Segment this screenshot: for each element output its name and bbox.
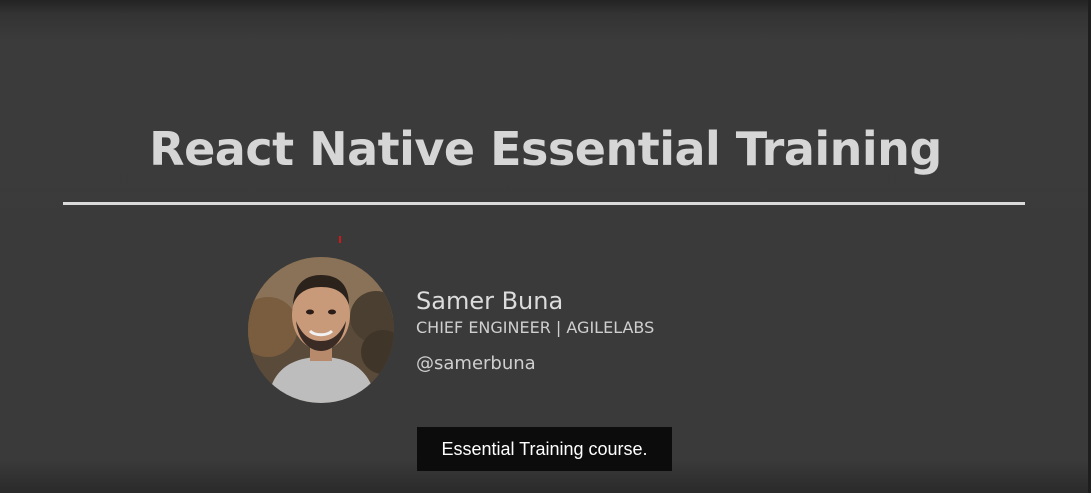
video-frame[interactable]: React Native Essential Training Samer Bu…	[0, 0, 1091, 493]
presenter-photo	[248, 257, 394, 403]
presenter-role: CHIEF ENGINEER | AGILELABS	[416, 318, 655, 337]
presenter-name: Samer Buna	[416, 287, 564, 315]
presenter-handle: @samerbuna	[416, 353, 536, 374]
closed-caption: Essential Training course.	[417, 427, 672, 471]
red-marker	[339, 236, 341, 243]
avatar	[248, 257, 394, 403]
slide-title: React Native Essential Training	[149, 122, 942, 176]
title-divider	[63, 202, 1025, 205]
